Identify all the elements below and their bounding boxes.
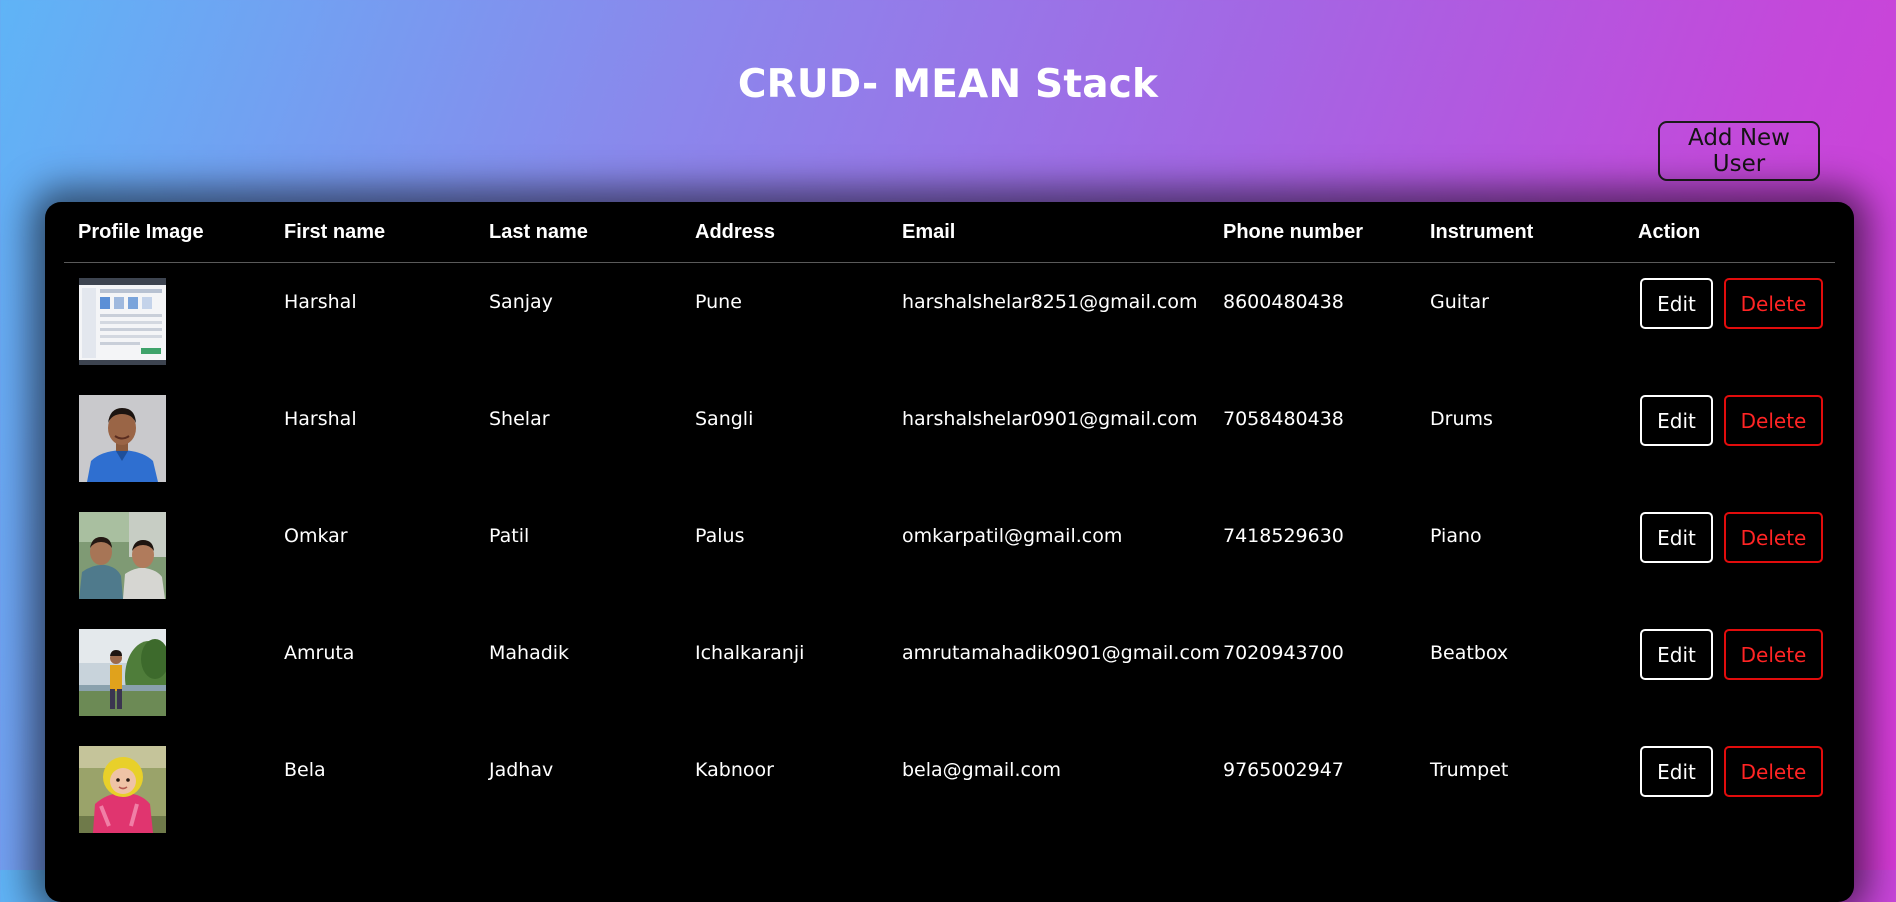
cell-email: harshalshelar8251@gmail.com	[902, 291, 1198, 313]
edit-button[interactable]: Edit	[1640, 512, 1713, 563]
header-address: Address	[695, 221, 776, 243]
cell-first-name: Bela	[284, 759, 326, 781]
table-header-row: Profile Image First name Last name Addre…	[64, 202, 1835, 263]
edit-button[interactable]: Edit	[1640, 629, 1713, 680]
cell-phone: 7418529630	[1223, 525, 1344, 547]
table-row: Harshal Shelar Sangli harshalshelar0901@…	[45, 395, 1854, 512]
cell-first-name: Harshal	[284, 408, 357, 430]
table-row: Omkar Patil Palus omkarpatil@gmail.com 7…	[45, 512, 1854, 629]
cell-email: omkarpatil@gmail.com	[902, 525, 1123, 547]
table-row: Amruta Mahadik Ichalkaranji amrutamahadi…	[45, 629, 1854, 746]
profile-image	[79, 278, 166, 365]
add-new-user-button[interactable]: Add New User	[1658, 121, 1820, 181]
page-title: CRUD- MEAN Stack	[737, 62, 1159, 107]
cell-instrument: Piano	[1430, 525, 1482, 547]
cell-last-name: Sanjay	[489, 291, 553, 313]
header-profile-image: Profile Image	[78, 221, 204, 243]
header-action: Action	[1638, 221, 1701, 243]
cell-last-name: Jadhav	[489, 759, 554, 781]
header-first-name: First name	[284, 221, 386, 243]
profile-image	[79, 395, 166, 482]
table-row: Harshal Sanjay Pune harshalshelar8251@gm…	[45, 278, 1854, 395]
cell-phone: 9765002947	[1223, 759, 1344, 781]
cell-first-name: Harshal	[284, 291, 357, 313]
header-phone-number: Phone number	[1223, 221, 1364, 243]
cell-email: harshalshelar0901@gmail.com	[902, 408, 1198, 430]
table-row: Bela Jadhav Kabnoor bela@gmail.com 97650…	[45, 746, 1854, 863]
cell-address: Kabnoor	[695, 759, 774, 781]
cell-phone: 7058480438	[1223, 408, 1344, 430]
cell-instrument: Guitar	[1430, 291, 1489, 313]
edit-button[interactable]: Edit	[1640, 395, 1713, 446]
cell-email: amrutamahadik0901@gmail.com	[902, 642, 1221, 664]
cell-email: bela@gmail.com	[902, 759, 1062, 781]
edit-button[interactable]: Edit	[1640, 278, 1713, 329]
delete-button[interactable]: Delete	[1724, 746, 1823, 797]
delete-button[interactable]: Delete	[1724, 512, 1823, 563]
cell-address: Ichalkaranji	[695, 642, 805, 664]
cell-phone: 8600480438	[1223, 291, 1344, 313]
cell-last-name: Patil	[489, 525, 530, 547]
cell-phone: 7020943700	[1223, 642, 1344, 664]
cell-first-name: Amruta	[284, 642, 355, 664]
cell-instrument: Beatbox	[1430, 642, 1509, 664]
cell-instrument: Drums	[1430, 408, 1493, 430]
delete-button[interactable]: Delete	[1724, 395, 1823, 446]
users-table: Profile Image First name Last name Addre…	[45, 202, 1854, 902]
edit-button[interactable]: Edit	[1640, 746, 1713, 797]
cell-instrument: Trumpet	[1430, 759, 1509, 781]
cell-last-name: Shelar	[489, 408, 550, 430]
cell-address: Pune	[695, 291, 742, 313]
header-email: Email	[902, 221, 956, 243]
header-last-name: Last name	[489, 221, 588, 243]
delete-button[interactable]: Delete	[1724, 629, 1823, 680]
delete-button[interactable]: Delete	[1724, 278, 1823, 329]
profile-image	[79, 629, 166, 716]
cell-address: Palus	[695, 525, 745, 547]
cell-address: Sangli	[695, 408, 754, 430]
cell-last-name: Mahadik	[489, 642, 570, 664]
header-instrument: Instrument	[1430, 221, 1534, 243]
profile-image	[79, 512, 166, 599]
cell-first-name: Omkar	[284, 525, 348, 547]
profile-image	[79, 746, 166, 833]
